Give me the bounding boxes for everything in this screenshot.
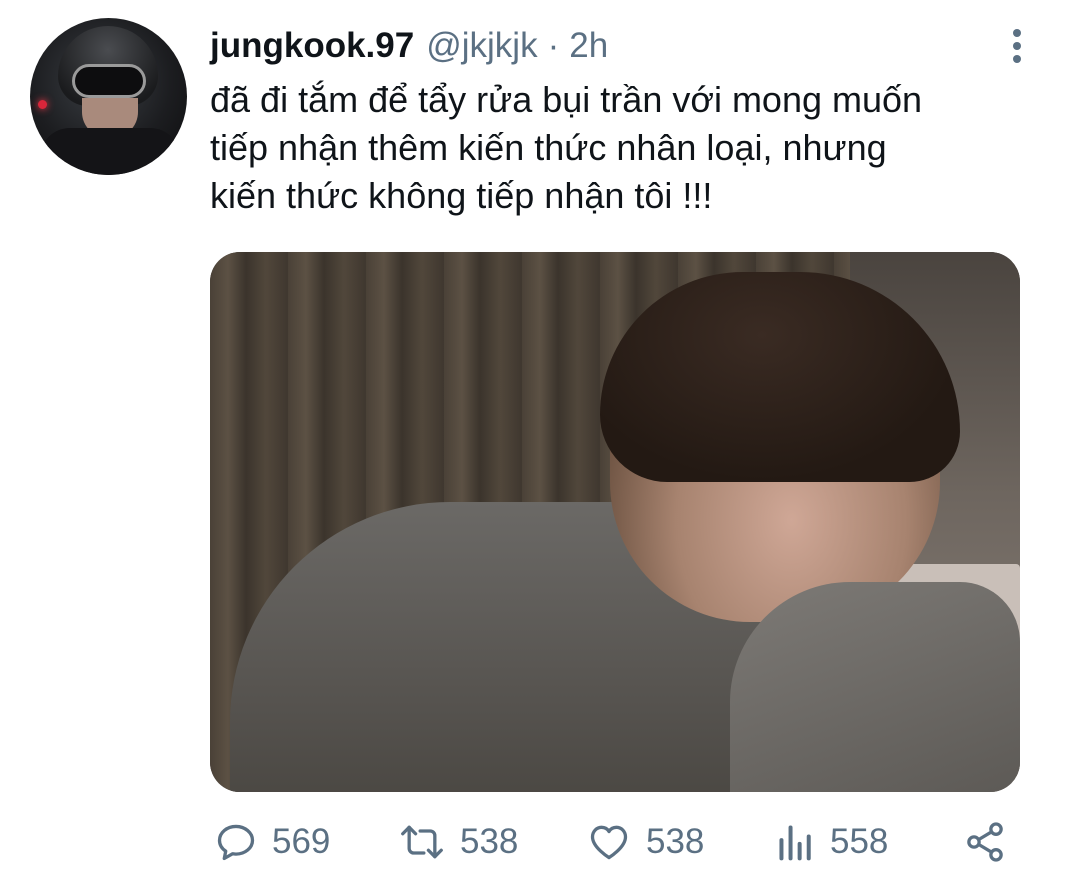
reply-count: 569 — [272, 822, 331, 861]
more-options-button[interactable] — [1000, 24, 1034, 68]
tweet-text-line: đã đi tắm để tẩy rửa bụi trần với mong m… — [210, 79, 923, 120]
retweet-button[interactable]: 538 — [398, 815, 518, 869]
tweet-text: đã đi tắm để tẩy rửa bụi trần với mong m… — [210, 76, 1050, 220]
share-nodes-icon — [967, 822, 1003, 862]
avatar-goggles — [72, 64, 146, 98]
views-count: 558 — [830, 822, 889, 861]
avatar-red-light — [38, 100, 47, 109]
views-button[interactable]: 558 — [776, 815, 888, 869]
tweet-header: jungkook.97 @jkjkjk · 2h — [210, 26, 608, 70]
tweet-photo[interactable] — [210, 252, 1020, 792]
speech-bubble-icon — [217, 824, 255, 861]
tweet-actions: 569 538 538 558 — [210, 815, 1020, 869]
display-name[interactable]: jungkook.97 — [210, 26, 414, 66]
user-handle[interactable]: @jkjkjk — [426, 26, 537, 66]
avatar[interactable] — [30, 18, 187, 175]
avatar-jacket — [40, 128, 180, 175]
reply-button[interactable]: 569 — [214, 815, 330, 869]
tweet-text-line: kiến thức không tiếp nhận tôi !!! — [210, 175, 713, 216]
tweet-text-line: tiếp nhận thêm kiến thức nhân loại, nhưn… — [210, 127, 887, 168]
retweet-arrows-icon — [401, 825, 443, 859]
header-separator: · — [547, 26, 560, 65]
retweet-count: 538 — [460, 822, 519, 861]
tweet-timestamp[interactable]: 2h — [569, 26, 608, 66]
vertical-dots-icon — [1013, 42, 1021, 50]
vertical-dots-icon — [1013, 29, 1021, 37]
photo-arm — [730, 582, 1020, 792]
like-count: 538 — [646, 822, 705, 861]
heart-icon — [590, 825, 628, 860]
vertical-dots-icon — [1013, 55, 1021, 63]
like-button[interactable]: 538 — [586, 815, 704, 869]
bar-chart-icon — [779, 825, 811, 861]
share-button[interactable] — [962, 815, 1008, 869]
